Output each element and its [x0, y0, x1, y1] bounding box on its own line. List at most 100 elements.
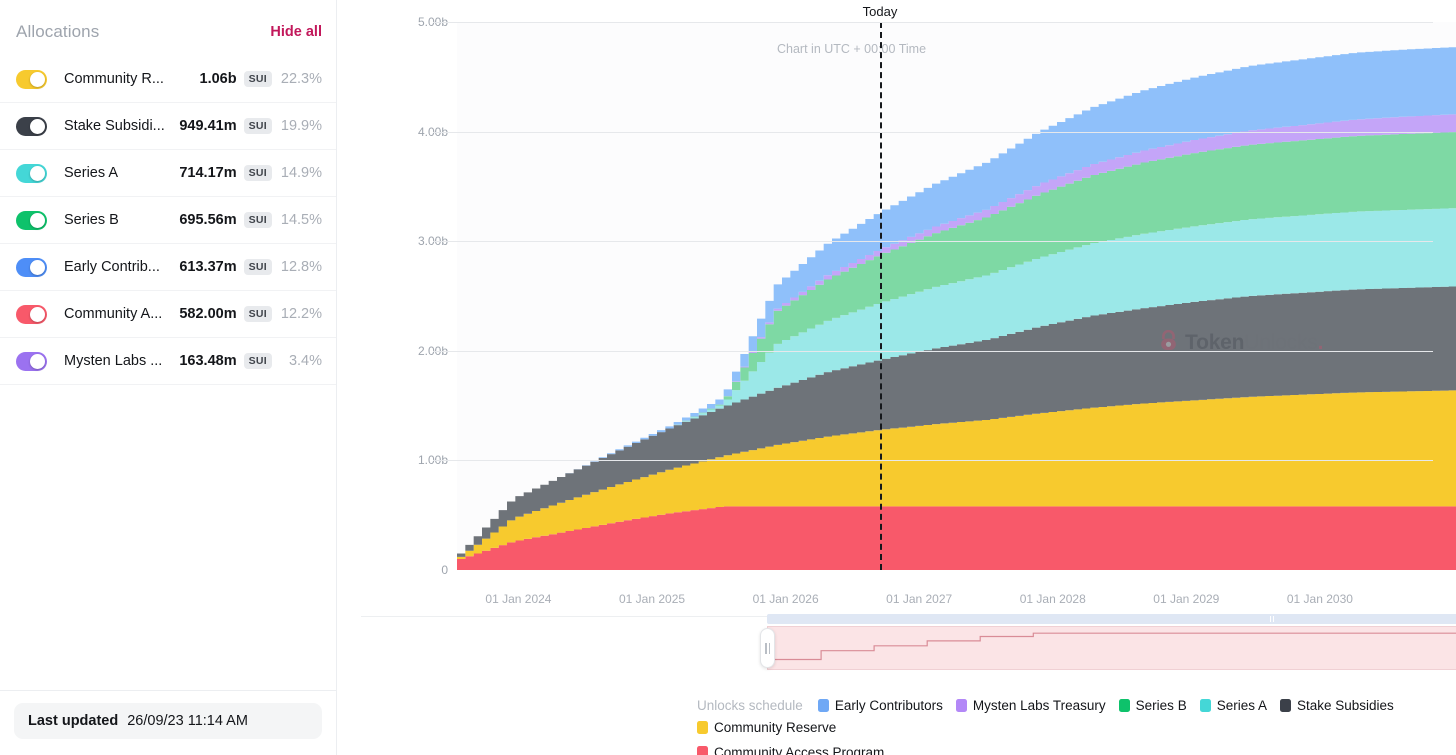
- allocation-row[interactable]: Early Contrib... 613.37m SUI 12.8%: [0, 244, 336, 291]
- legend-label: Series B: [1135, 698, 1187, 713]
- plot-area: [361, 22, 1456, 570]
- allocation-percent: 22.3%: [280, 71, 322, 87]
- allocation-row[interactable]: Mysten Labs ... 163.48m SUI 3.4%: [0, 338, 336, 385]
- page-title: Allocations: [16, 22, 100, 41]
- x-axis-tick-label: 01 Jan 2026: [752, 592, 819, 606]
- allocation-row[interactable]: Series B 695.56m SUI 14.5%: [0, 197, 336, 244]
- legend-color-swatch: [1279, 699, 1291, 712]
- utc-note: Chart in UTC + 00:00 Time: [777, 42, 927, 56]
- allocation-row[interactable]: Series A 714.17m SUI 14.9%: [0, 150, 336, 197]
- allocation-name: Early Contrib...: [64, 259, 160, 275]
- legend-label: Community Reserve: [714, 720, 837, 735]
- today-marker-line: [880, 22, 882, 570]
- toggle-knob: [30, 306, 45, 322]
- chart-panel: Today Chart in UTC + 00:00 Time TokenUnl…: [337, 0, 1456, 755]
- allocation-percent: 12.2%: [280, 306, 322, 322]
- legend-color-swatch: [697, 721, 708, 734]
- range-slider-preview[interactable]: [767, 626, 1456, 670]
- legend-item[interactable]: Series B: [1118, 698, 1187, 713]
- allocation-toggle[interactable]: [16, 116, 47, 136]
- allocation-toggle[interactable]: [16, 69, 47, 89]
- x-axis-tick-label: 01 Jan 2028: [1019, 592, 1086, 606]
- allocation-name: Mysten Labs ...: [64, 353, 163, 369]
- allocation-name: Community R...: [64, 71, 164, 87]
- legend-items-row-2: Community Access Program: [697, 745, 1448, 755]
- legend-item[interactable]: Mysten Labs Treasury: [955, 698, 1106, 713]
- token-symbol-badge: SUI: [243, 164, 272, 182]
- allocation-percent: 14.5%: [280, 212, 322, 228]
- allocation-name: Series A: [64, 165, 118, 181]
- allocation-percent: 19.9%: [280, 118, 322, 134]
- legend-item[interactable]: Stake Subsidies: [1279, 698, 1394, 713]
- x-axis-tick-label: 01 Jan 2029: [1153, 592, 1220, 606]
- token-symbol-badge: SUI: [243, 70, 272, 88]
- legend-color-swatch: [817, 699, 829, 712]
- toggle-knob: [30, 212, 45, 228]
- allocations-list: Community R... 1.06b SUI 22.3% Stake Subsidi…: [0, 56, 336, 385]
- sidebar-footer: Last updated 26/09/23 11:14 AM: [0, 690, 336, 755]
- last-updated-label: Last updated: [28, 713, 119, 729]
- token-symbol-badge: SUI: [243, 352, 272, 370]
- allocation-amount: 1.06b: [199, 71, 237, 87]
- y-axis-tick-label: 0: [441, 563, 448, 577]
- allocation-toggle[interactable]: [16, 304, 47, 324]
- allocation-toggle[interactable]: [16, 210, 47, 230]
- allocation-amount: 163.48m: [179, 353, 237, 369]
- allocations-sidebar: Allocations Hide all Community R... 1.06b…: [0, 0, 337, 755]
- gridline: [433, 131, 1433, 133]
- legend-item[interactable]: Community Reserve: [697, 720, 836, 735]
- range-slider-handle-left[interactable]: [760, 628, 775, 668]
- token-symbol-badge: SUI: [243, 305, 272, 323]
- toggle-knob: [30, 118, 45, 134]
- allocation-row[interactable]: Stake Subsidi... 949.41m SUI 19.9%: [0, 103, 336, 150]
- chart-legend: Unlocks schedule Early Contributors Myste…: [697, 698, 1448, 755]
- allocation-toggle[interactable]: [16, 257, 47, 277]
- last-updated-pill: Last updated 26/09/23 11:14 AM: [14, 703, 322, 739]
- stacked-area-chart[interactable]: [457, 22, 1456, 570]
- legend-label: Series A: [1216, 698, 1267, 713]
- legend-label: Community Access Program: [714, 745, 885, 755]
- today-marker-label: Today: [862, 4, 898, 19]
- legend-color-swatch: [955, 699, 967, 712]
- legend-item[interactable]: Early Contributors: [817, 698, 943, 713]
- x-axis-tick-label: 01 Jan 2030: [1286, 592, 1353, 606]
- token-symbol-badge: SUI: [243, 211, 272, 229]
- allocation-amount: 613.37m: [179, 259, 237, 275]
- x-axis-tick-label: 01 Jan 2024: [485, 592, 552, 606]
- legend-label: Mysten Labs Treasury: [972, 698, 1106, 713]
- range-slider-grip-icon[interactable]: [1267, 615, 1277, 623]
- allocation-percent: 14.9%: [280, 165, 322, 181]
- legend-item[interactable]: Series A: [1199, 698, 1267, 713]
- allocation-percent: 12.8%: [280, 259, 322, 275]
- toggle-knob: [30, 353, 45, 369]
- legend-color-swatch: [697, 746, 708, 755]
- gridline: [433, 22, 1433, 23]
- range-slider[interactable]: [760, 614, 1456, 670]
- allocation-percent: 3.4%: [288, 353, 322, 369]
- legend-title: Unlocks schedule: [697, 698, 803, 713]
- allocation-toggle[interactable]: [16, 163, 47, 183]
- token-unlocks-page: Allocations Hide all Community R... 1.06b…: [0, 0, 1456, 755]
- allocation-row[interactable]: Community A... 582.00m SUI 12.2%: [0, 291, 336, 338]
- legend-item[interactable]: Community Access Program: [697, 745, 884, 755]
- x-axis-tick-label: 01 Jan 2025: [619, 592, 686, 606]
- gridline: [433, 241, 1433, 243]
- legend-label: Stake Subsidies: [1296, 698, 1394, 713]
- toggle-knob: [30, 259, 45, 275]
- last-updated-value: 26/09/23 11:14 AM: [127, 713, 248, 729]
- allocation-toggle[interactable]: [16, 351, 47, 371]
- allocation-row[interactable]: Community R... 1.06b SUI 22.3%: [0, 56, 336, 103]
- allocation-name: Stake Subsidi...: [64, 118, 165, 134]
- legend-color-swatch: [1118, 699, 1130, 712]
- range-slider-track[interactable]: [767, 614, 1456, 624]
- legend-color-swatch: [1199, 699, 1211, 712]
- gridline: [433, 460, 1433, 462]
- allocation-amount: 582.00m: [179, 306, 237, 322]
- toggle-knob: [30, 165, 45, 181]
- allocation-amount: 714.17m: [179, 165, 237, 181]
- hide-all-button[interactable]: Hide all: [270, 24, 322, 40]
- toggle-knob: [30, 71, 45, 87]
- allocation-name: Community A...: [64, 306, 163, 322]
- allocation-amount: 695.56m: [179, 212, 237, 228]
